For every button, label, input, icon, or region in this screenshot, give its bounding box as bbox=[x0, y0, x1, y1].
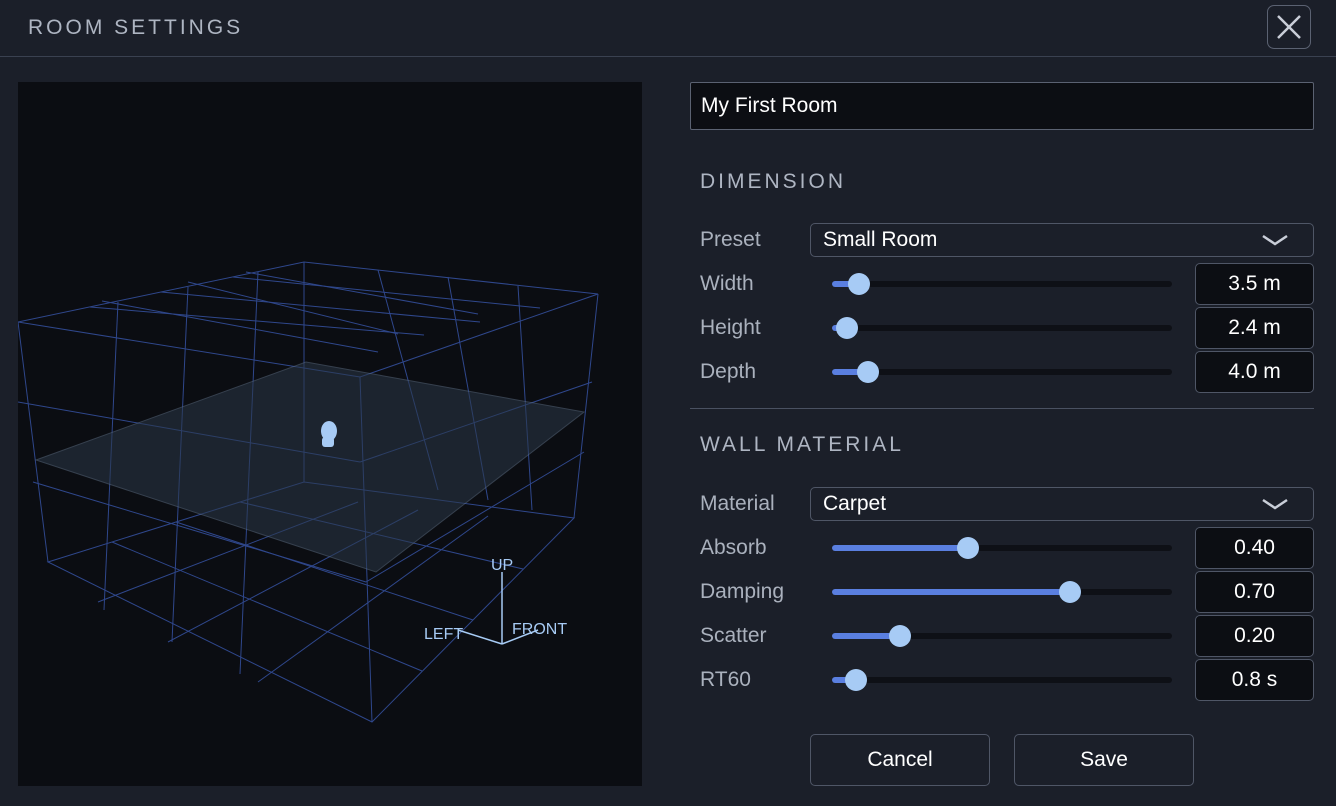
slider-thumb[interactable] bbox=[836, 317, 859, 339]
slider-thumb[interactable] bbox=[848, 273, 871, 295]
rt60-slider[interactable] bbox=[832, 669, 1172, 691]
height-slider[interactable] bbox=[832, 317, 1172, 339]
damping-slider[interactable] bbox=[832, 581, 1172, 603]
width-label: Width bbox=[700, 272, 754, 295]
chevron-down-icon bbox=[1262, 498, 1288, 510]
rt60-value[interactable]: 0.8 s bbox=[1195, 659, 1314, 701]
slider-thumb[interactable] bbox=[1059, 581, 1081, 603]
height-label: Height bbox=[700, 316, 761, 339]
depth-label: Depth bbox=[700, 360, 757, 383]
rt60-label: RT60 bbox=[700, 668, 751, 691]
room-name-input[interactable] bbox=[690, 82, 1314, 130]
window-title: ROOM SETTINGS bbox=[28, 16, 244, 39]
scatter-slider[interactable] bbox=[832, 625, 1172, 647]
preset-label: Preset bbox=[700, 228, 761, 251]
depth-slider[interactable] bbox=[832, 361, 1172, 383]
slider-thumb[interactable] bbox=[889, 625, 911, 647]
preset-dropdown[interactable]: Small Room bbox=[810, 223, 1314, 257]
material-label: Material bbox=[700, 492, 775, 515]
material-value: Carpet bbox=[823, 492, 887, 515]
close-icon bbox=[1277, 15, 1301, 39]
width-slider[interactable] bbox=[832, 273, 1172, 295]
title-bar: ROOM SETTINGS bbox=[0, 0, 1336, 57]
section-divider bbox=[690, 408, 1314, 409]
slider-thumb[interactable] bbox=[844, 669, 867, 691]
preset-value: Small Room bbox=[823, 228, 938, 251]
depth-value[interactable]: 4.0 m bbox=[1195, 351, 1314, 393]
chevron-down-icon bbox=[1262, 234, 1288, 246]
absorb-slider[interactable] bbox=[832, 537, 1172, 559]
absorb-value[interactable]: 0.40 bbox=[1195, 527, 1314, 569]
slider-thumb[interactable] bbox=[957, 537, 979, 559]
axis-front-label: FRONT bbox=[512, 621, 567, 638]
width-value[interactable]: 3.5 m bbox=[1195, 263, 1314, 305]
room-wireframe: UP LEFT FRONT bbox=[18, 261, 599, 723]
dimension-heading: DIMENSION bbox=[700, 170, 847, 193]
damping-value[interactable]: 0.70 bbox=[1195, 571, 1314, 613]
save-button[interactable]: Save bbox=[1014, 734, 1194, 786]
axis-up-label: UP bbox=[491, 557, 513, 574]
slider-thumb[interactable] bbox=[856, 361, 879, 383]
absorb-label: Absorb bbox=[700, 536, 767, 559]
damping-label: Damping bbox=[700, 580, 785, 603]
material-dropdown[interactable]: Carpet bbox=[810, 487, 1314, 521]
height-value[interactable]: 2.4 m bbox=[1195, 307, 1314, 349]
axis-left-label: LEFT bbox=[424, 626, 463, 643]
scatter-label: Scatter bbox=[700, 624, 767, 647]
cancel-button[interactable]: Cancel bbox=[810, 734, 990, 786]
wall-material-heading: WALL MATERIAL bbox=[700, 433, 904, 456]
room-viewport[interactable]: UP LEFT FRONT bbox=[18, 82, 642, 786]
scatter-value[interactable]: 0.20 bbox=[1195, 615, 1314, 657]
close-button[interactable] bbox=[1267, 5, 1311, 49]
